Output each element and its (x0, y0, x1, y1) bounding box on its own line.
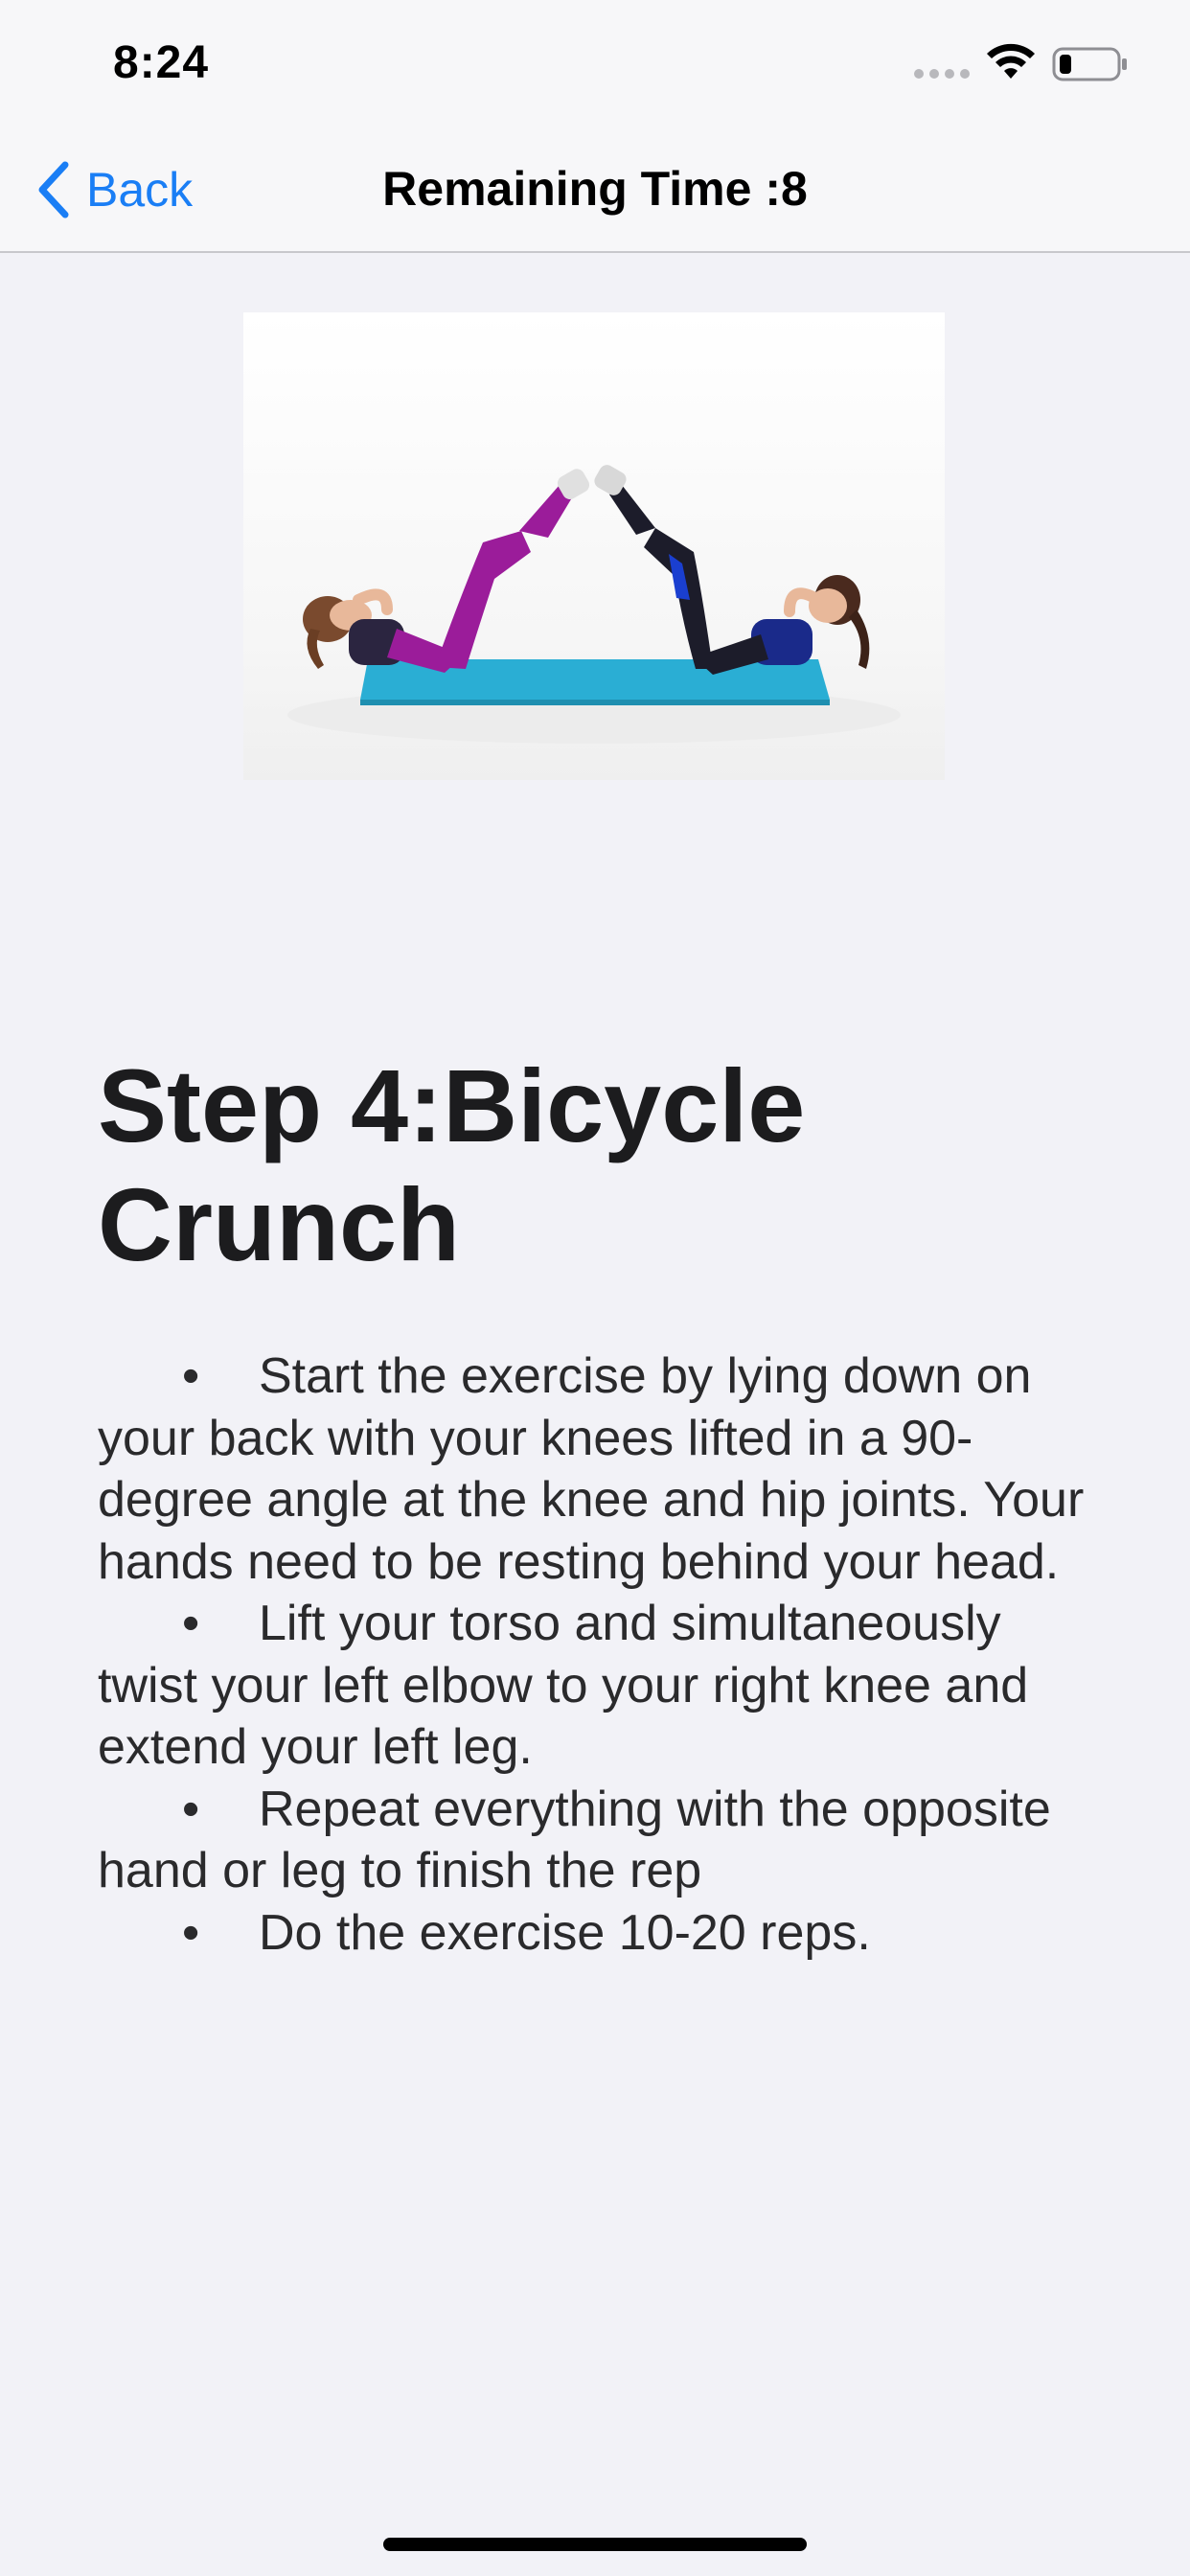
exercise-photo (243, 312, 945, 780)
bullet: • (182, 1904, 200, 1961)
list-item: • Start the exercise by lying down on you… (98, 1346, 1104, 1593)
list-item: • Lift your torso and simultaneously twis… (98, 1593, 1104, 1779)
list-item: • Repeat everything with the opposite han… (98, 1779, 1104, 1902)
list-item: • Do the exercise 10-20 reps. (98, 1902, 1104, 1965)
signal-dots-icon (914, 69, 970, 79)
bullet: • (182, 1781, 200, 1837)
back-button[interactable]: Back (34, 155, 193, 224)
step-title: Step 4:Bicycle Crunch (98, 1047, 806, 1282)
instructions-list: • Start the exercise by lying down on you… (98, 1346, 1104, 1964)
battery-icon (1052, 47, 1127, 81)
bullet: • (182, 1596, 200, 1651)
navigation-bar: Remaining Time :8 Back (0, 126, 1190, 253)
exercise-illustration (287, 465, 901, 744)
wifi-icon (987, 43, 1035, 79)
status-bar: 8:24 (0, 0, 1190, 126)
bullet: • (182, 1348, 200, 1404)
home-indicator (383, 2538, 807, 2551)
instruction-text: Do the exercise 10-20 reps. (259, 1904, 871, 1961)
status-time: 8:24 (113, 37, 210, 88)
chevron-left-icon (38, 161, 69, 218)
back-button-label: Back (86, 163, 194, 217)
app-screen: 8:24 Remaining Time :8 Back Step 4:Bicyc… (0, 0, 1190, 2576)
